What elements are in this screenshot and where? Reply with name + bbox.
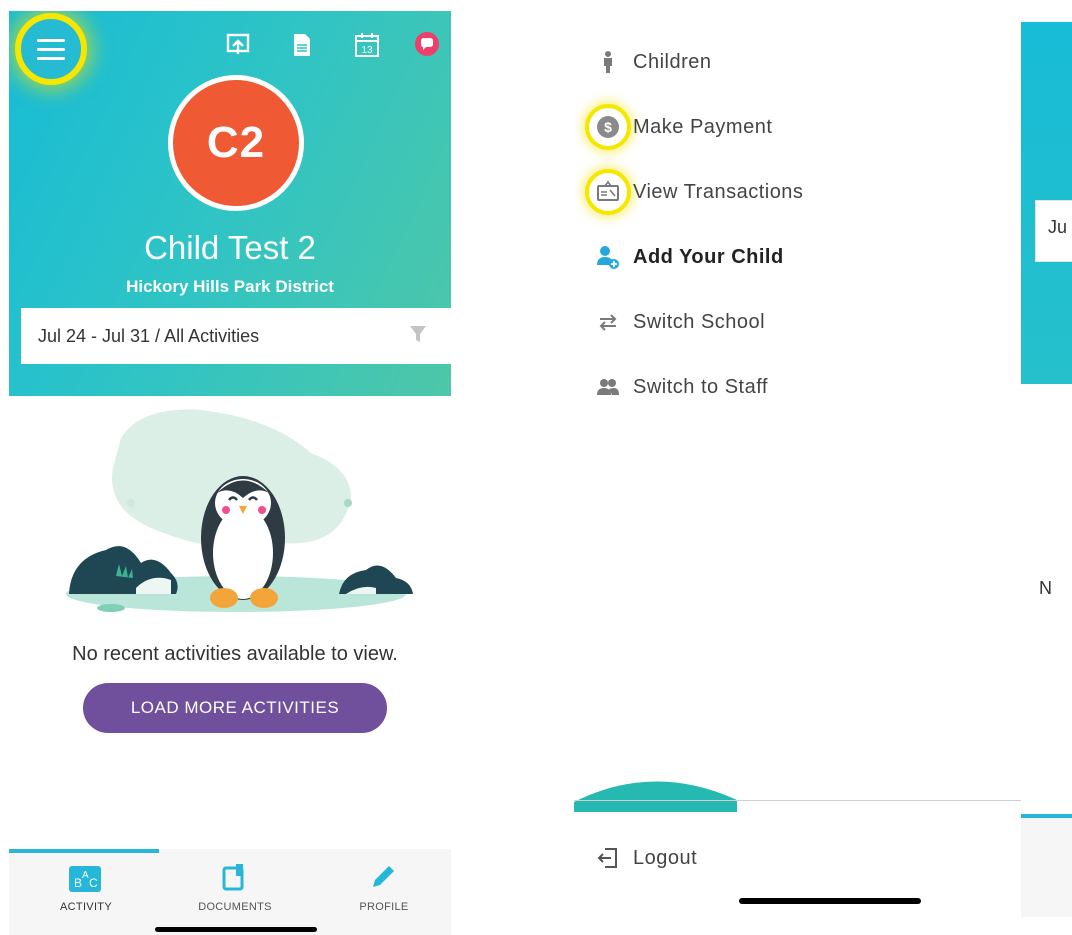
menu-item-add-your-child[interactable]: Add Your Child xyxy=(574,237,1021,277)
child-icon xyxy=(604,51,612,73)
menu-item-label: Make Payment xyxy=(633,116,773,138)
document-icon[interactable] xyxy=(290,33,314,57)
child-name: Child Test 2 xyxy=(144,229,316,266)
logout-icon xyxy=(597,848,617,868)
tab-profile[interactable]: PROFILE xyxy=(319,863,449,923)
add-user-icon xyxy=(597,246,619,269)
dollar-icon: $ xyxy=(597,116,619,138)
tab-activity[interactable]: B A C ACTIVITY xyxy=(21,863,151,923)
receipt-icon xyxy=(597,180,619,201)
home-indicator xyxy=(739,898,921,904)
filter-text: Jul 24 - Jul 31 / All Activities xyxy=(38,325,260,346)
menu-item-label: Add Your Child xyxy=(633,246,784,268)
tab-profile-label: PROFILE xyxy=(359,901,409,913)
active-tab-indicator xyxy=(9,849,159,853)
clipboard-icon xyxy=(222,864,244,891)
activity-screen: 13 C2 Child Test 2 Hickory Hills Park Di… xyxy=(9,11,451,935)
svg-text:B: B xyxy=(74,876,82,890)
empty-state-message: No recent activities available to view. xyxy=(72,643,398,665)
menu-item-label: Switch to Staff xyxy=(633,376,768,398)
date-filter-bar[interactable]: Jul 24 - Jul 31 / All Activities xyxy=(21,308,451,364)
upload-board-icon[interactable] xyxy=(226,33,250,57)
menu-button[interactable] xyxy=(15,13,87,85)
load-more-activities-button[interactable]: LOAD MORE ACTIVITIES xyxy=(83,683,387,733)
calendar-icon[interactable]: 13 xyxy=(354,32,380,58)
menu-item-label: Switch School xyxy=(633,311,766,333)
menu-screen: Ju N Children $ Make Payment View Transa… xyxy=(574,22,1072,917)
menu-icon xyxy=(37,39,65,42)
tab-documents-label: DOCUMENTS xyxy=(198,901,272,913)
svg-text:A: A xyxy=(82,870,89,881)
logout-label: Logout xyxy=(633,847,698,869)
filter-icon[interactable] xyxy=(409,325,427,343)
pencil-icon xyxy=(373,866,394,887)
svg-text:$: $ xyxy=(604,119,612,135)
background-tab-bar xyxy=(1021,818,1072,917)
chat-icon[interactable] xyxy=(415,32,439,56)
avatar[interactable]: C2 xyxy=(168,75,304,211)
tab-documents[interactable]: DOCUMENTS xyxy=(170,863,300,923)
staff-icon xyxy=(597,379,619,395)
decorative-wave xyxy=(574,772,737,812)
switch-arrows-icon xyxy=(599,314,617,331)
calendar-day: 13 xyxy=(361,45,373,56)
school-name: Hickory Hills Park District xyxy=(126,277,334,296)
logout-button[interactable]: Logout xyxy=(574,838,874,878)
navigation-drawer: Children $ Make Payment View Transaction… xyxy=(574,22,1021,917)
home-indicator xyxy=(155,927,317,932)
svg-text:C: C xyxy=(89,876,98,890)
penguin-illustration xyxy=(66,409,413,612)
menu-item-switch-school[interactable]: Switch School xyxy=(574,302,1021,342)
activity-card xyxy=(21,398,451,838)
menu-item-label: Children xyxy=(633,51,712,73)
menu-item-switch-to-staff[interactable]: Switch to Staff xyxy=(574,367,1021,407)
abc-blocks-icon: B A C xyxy=(69,866,101,892)
menu-item-make-payment[interactable]: $ Make Payment xyxy=(574,104,1021,150)
background-date-bar: Ju xyxy=(1035,200,1072,262)
menu-item-children[interactable]: Children xyxy=(574,42,1021,82)
background-text: N xyxy=(1039,578,1052,598)
divider xyxy=(574,800,1021,801)
tab-activity-label: ACTIVITY xyxy=(60,901,112,913)
menu-item-view-transactions[interactable]: View Transactions xyxy=(574,169,1021,215)
menu-item-label: View Transactions xyxy=(633,181,804,203)
